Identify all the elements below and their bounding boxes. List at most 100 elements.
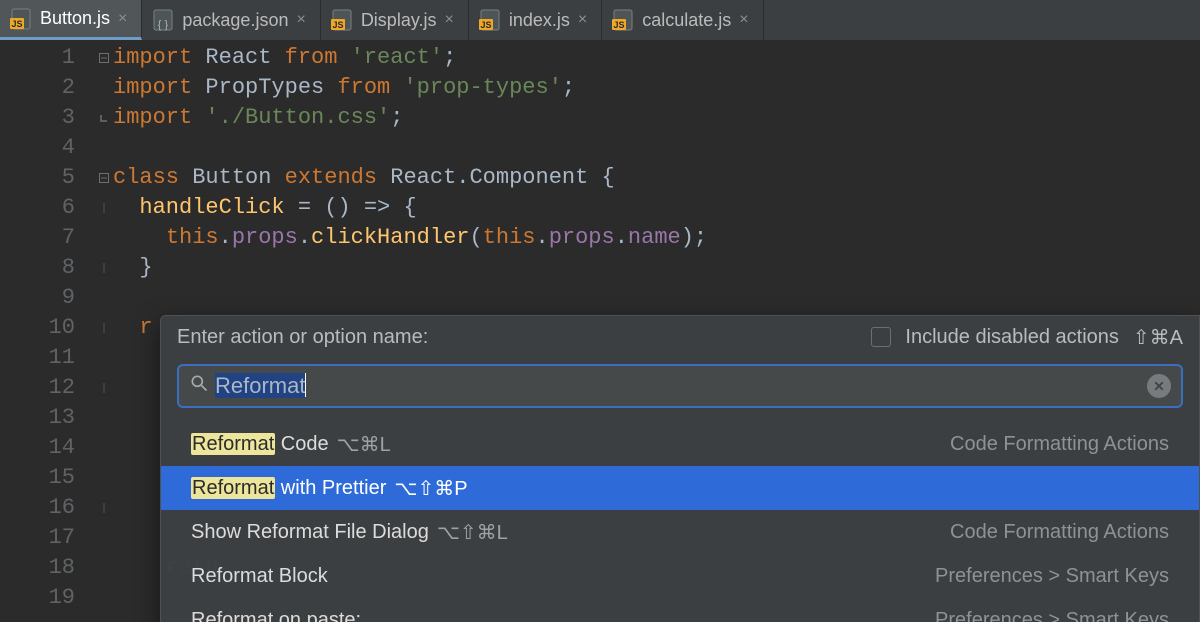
- line-number: 7: [0, 223, 75, 253]
- action-shortcut: ⌥⇧⌘P: [394, 476, 467, 501]
- tab-label: calculate.js: [642, 10, 731, 31]
- line-number: 19: [0, 583, 75, 613]
- code-line: [113, 283, 1200, 313]
- tab-label: Display.js: [361, 10, 437, 31]
- close-tab-icon[interactable]: ×: [739, 12, 748, 28]
- action-result[interactable]: Show Reformat File Dialog ⌥⇧⌘L Code Forma…: [161, 510, 1199, 554]
- line-number: 14: [0, 433, 75, 463]
- action-shortcut: ⌥⇧⌘L: [437, 520, 508, 545]
- action-result[interactable]: Reformat Code ⌥⌘L Code Formatting Actions: [161, 422, 1199, 466]
- code-line: class Button extends React.Component {: [113, 163, 1200, 193]
- code-editor: 12345678910111213141516171819 import Rea…: [0, 40, 1200, 622]
- action-category: Code Formatting Actions: [950, 521, 1169, 544]
- line-number: 2: [0, 73, 75, 103]
- tab-label: index.js: [509, 10, 570, 31]
- tab-label: package.json: [182, 10, 288, 31]
- line-number: 11: [0, 343, 75, 373]
- js-file-icon: JS: [479, 9, 501, 31]
- tab-calculate-js[interactable]: JS calculate.js ×: [602, 0, 763, 40]
- fold-toggle[interactable]: [95, 103, 113, 133]
- fold-toggle: [95, 343, 113, 373]
- json-file-icon: { }: [152, 9, 174, 31]
- tab-display-js[interactable]: JS Display.js ×: [321, 0, 469, 40]
- action-category: Code Formatting Actions: [950, 433, 1169, 456]
- line-number: 6: [0, 193, 75, 223]
- fold-toggle: [95, 283, 113, 313]
- line-number: 3: [0, 103, 75, 133]
- fold-toggle[interactable]: [95, 43, 113, 73]
- fold-toggle[interactable]: [95, 493, 113, 523]
- fold-column: [95, 40, 113, 622]
- fold-toggle[interactable]: [95, 253, 113, 283]
- include-disabled-checkbox[interactable]: [871, 327, 891, 347]
- action-label: Reformat on paste:: [191, 609, 361, 622]
- action-label: Reformat Code: [191, 433, 329, 456]
- popup-header: Enter action or option name: Include dis…: [161, 316, 1199, 358]
- svg-text:{ }: { }: [158, 19, 169, 31]
- search-selected-text: Reformat: [215, 373, 306, 399]
- action-label: Show Reformat File Dialog: [191, 521, 429, 544]
- fold-toggle: [95, 403, 113, 433]
- fold-toggle: [95, 463, 113, 493]
- close-tab-icon[interactable]: ×: [578, 12, 587, 28]
- code-line: handleClick = () => {: [113, 193, 1200, 223]
- search-icon: [189, 373, 209, 399]
- action-result[interactable]: Reformat on paste: Preferences > Smart Ke…: [161, 598, 1199, 622]
- line-gutter: 12345678910111213141516171819: [0, 40, 95, 622]
- js-file-icon: JS: [331, 9, 353, 31]
- line-number: 5: [0, 163, 75, 193]
- code-line: this.props.clickHandler(this.props.name)…: [113, 223, 1200, 253]
- line-number: 10: [0, 313, 75, 343]
- line-number: 16: [0, 493, 75, 523]
- tab-package-json[interactable]: { } package.json ×: [142, 0, 320, 40]
- action-category: Preferences > Smart Keys: [935, 609, 1169, 622]
- fold-toggle: [95, 73, 113, 103]
- js-file-icon: JS: [10, 8, 32, 30]
- svg-text:JS: JS: [11, 19, 22, 29]
- code-line: }: [113, 253, 1200, 283]
- fold-toggle[interactable]: [95, 373, 113, 403]
- search-box: Reformat: [177, 364, 1183, 408]
- fold-toggle: [95, 133, 113, 163]
- close-tab-icon[interactable]: ×: [296, 12, 305, 28]
- line-number: 18: [0, 553, 75, 583]
- line-number: 17: [0, 523, 75, 553]
- fold-toggle[interactable]: [95, 193, 113, 223]
- line-number: 4: [0, 133, 75, 163]
- fold-toggle[interactable]: [95, 163, 113, 193]
- action-result[interactable]: Reformat Block Preferences > Smart Keys: [161, 554, 1199, 598]
- action-results: Reformat Code ⌥⌘L Code Formatting Actions…: [161, 422, 1199, 622]
- close-tab-icon[interactable]: ×: [445, 12, 454, 28]
- tab-index-js[interactable]: JS index.js ×: [469, 0, 602, 40]
- fold-toggle: [95, 523, 113, 553]
- svg-text:JS: JS: [332, 20, 343, 30]
- svg-text:JS: JS: [480, 20, 491, 30]
- close-tab-icon[interactable]: ×: [118, 11, 127, 27]
- action-label: Reformat Block: [191, 565, 328, 588]
- editor-tabs: JS Button.js × { } package.json × JS Display.js…: [0, 0, 1200, 40]
- action-shortcut: ⌥⌘L: [337, 432, 391, 457]
- fold-toggle: [95, 553, 113, 583]
- line-number: 12: [0, 373, 75, 403]
- action-category: Preferences > Smart Keys: [935, 565, 1169, 588]
- line-number: 8: [0, 253, 75, 283]
- action-label: Reformat with Prettier: [191, 477, 386, 500]
- js-file-icon: JS: [612, 9, 634, 31]
- popup-prompt: Enter action or option name:: [177, 326, 428, 349]
- line-number: 15: [0, 463, 75, 493]
- tab-label: Button.js: [40, 8, 110, 29]
- fold-toggle: [95, 433, 113, 463]
- code-line: import './Button.css';: [113, 103, 1200, 133]
- clear-search-button[interactable]: [1147, 374, 1171, 398]
- search-row: Reformat: [161, 358, 1199, 420]
- action-result[interactable]: Reformat with Prettier ⌥⇧⌘P: [161, 466, 1199, 510]
- code-line: [113, 133, 1200, 163]
- code-line: import React from 'react';: [113, 43, 1200, 73]
- svg-text:JS: JS: [614, 20, 625, 30]
- code-line: import PropTypes from 'prop-types';: [113, 73, 1200, 103]
- fold-toggle: [95, 223, 113, 253]
- fold-toggle[interactable]: [95, 313, 113, 343]
- include-disabled-label: Include disabled actions: [905, 326, 1118, 349]
- line-number: 13: [0, 403, 75, 433]
- tab-button-js[interactable]: JS Button.js ×: [0, 0, 142, 40]
